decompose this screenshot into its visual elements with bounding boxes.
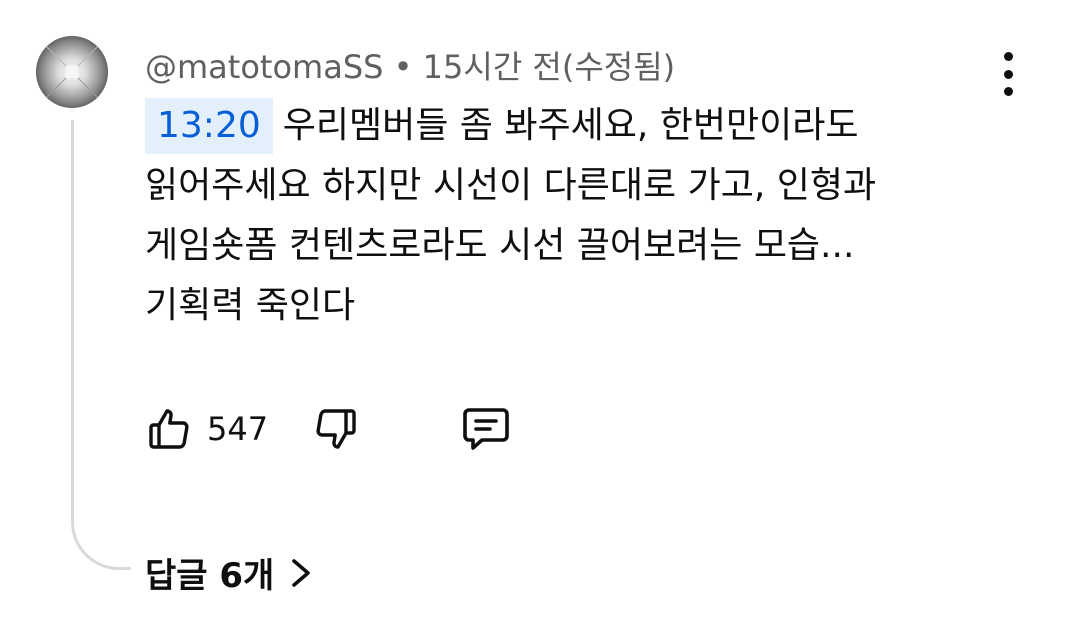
thumbs-up-icon <box>149 409 189 449</box>
thread-line <box>71 120 74 515</box>
meta-separator: • <box>393 48 413 86</box>
more-options-button[interactable] <box>988 52 1028 96</box>
replies-toggle[interactable]: 답글 6개 <box>145 548 312 597</box>
dislike-button[interactable] <box>312 405 360 453</box>
more-vertical-icon-dot <box>1003 87 1013 96</box>
replies-label: 답글 6개 <box>145 556 275 596</box>
reply-button[interactable] <box>460 405 512 453</box>
comment-time: 15시간 전(수정됨) <box>422 48 676 86</box>
timestamp-link[interactable]: 13:20 <box>145 98 273 154</box>
comment-line: 읽어주세요 하지만 시선이 다른대로 가고, 인형과 <box>145 165 877 206</box>
like-button[interactable]: 547 <box>145 405 268 453</box>
comment-header: @matotomaSS • 15시간 전(수정됨) <box>145 42 675 88</box>
comment-item: @matotomaSS • 15시간 전(수정됨) 13:20 우리멤버들 좀 봐… <box>0 0 1080 631</box>
comment-icon <box>463 408 509 450</box>
more-vertical-icon-dot <box>1003 69 1013 79</box>
comment-line: 게임숏폼 컨텐츠로라도 시선 끌어보려는 모습... <box>145 225 855 266</box>
more-vertical-icon <box>1003 52 1013 61</box>
author-handle[interactable]: @matotomaSS <box>145 48 383 86</box>
like-count: 547 <box>207 410 269 448</box>
thread-connector <box>71 508 131 570</box>
comment-line: 기획력 죽인다 <box>145 285 356 326</box>
thumbs-down-icon <box>316 409 356 449</box>
avatar-image <box>36 36 108 108</box>
chevron-right-icon <box>292 558 311 587</box>
comment-text: 13:20 우리멤버들 좀 봐주세요, 한번만이라도 읽어주세요 하지만 시선이 … <box>145 96 1025 336</box>
avatar[interactable] <box>36 36 108 108</box>
comment-line: 13:20 우리멤버들 좀 봐주세요, 한번만이라도 <box>145 96 1025 156</box>
comment-line-text: 우리멤버들 좀 봐주세요, 한번만이라도 <box>282 105 859 146</box>
